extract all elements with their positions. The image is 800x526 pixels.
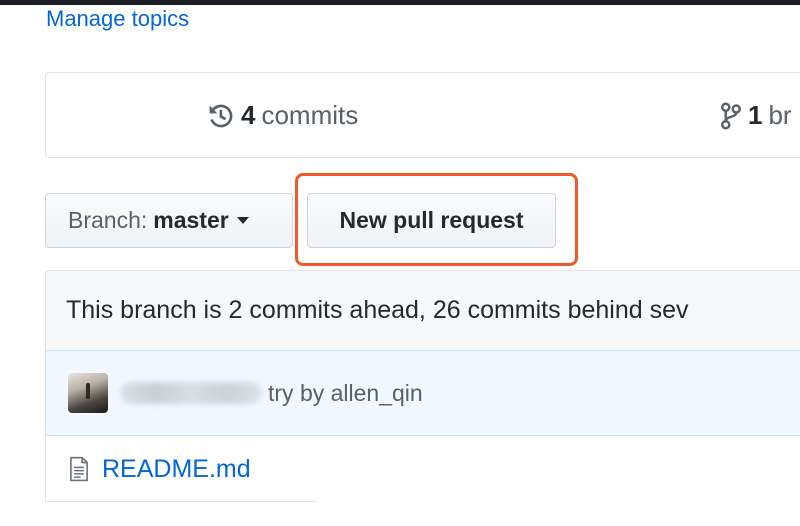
commits-count: 4 [241,100,256,130]
branches-label: br [768,100,792,130]
branch-select-button[interactable]: Branch: master [45,193,293,248]
history-icon [209,104,233,127]
divider [45,501,317,502]
commits-label: commits [261,100,359,130]
file-row: README.md [45,436,800,502]
commit-message[interactable]: try by allen_qin [268,380,423,407]
blurred-username[interactable] [120,382,262,404]
branch-info-bar: This branch is 2 commits ahead, 26 commi… [45,270,800,350]
avatar[interactable] [68,373,108,413]
caret-down-icon [236,217,249,224]
branch-icon [721,102,741,129]
file-link-readme[interactable]: README.md [102,455,251,484]
manage-topics-link[interactable]: Manage topics [46,6,189,32]
branch-info-text: This branch is 2 commits ahead, 26 commi… [66,296,689,324]
latest-commit-bar: try by allen_qin [45,350,800,436]
branch-name: master [153,207,229,233]
branches-count: 1 [748,100,763,130]
file-text-icon [70,456,88,482]
branches-stat[interactable]: 1 br [720,100,792,131]
numbers-summary [45,72,800,158]
branch-prefix: Branch: [68,207,148,233]
highlight-annotation [295,173,578,266]
commits-stat[interactable]: 4 commits [207,100,358,131]
top-edge-bar [0,0,800,5]
